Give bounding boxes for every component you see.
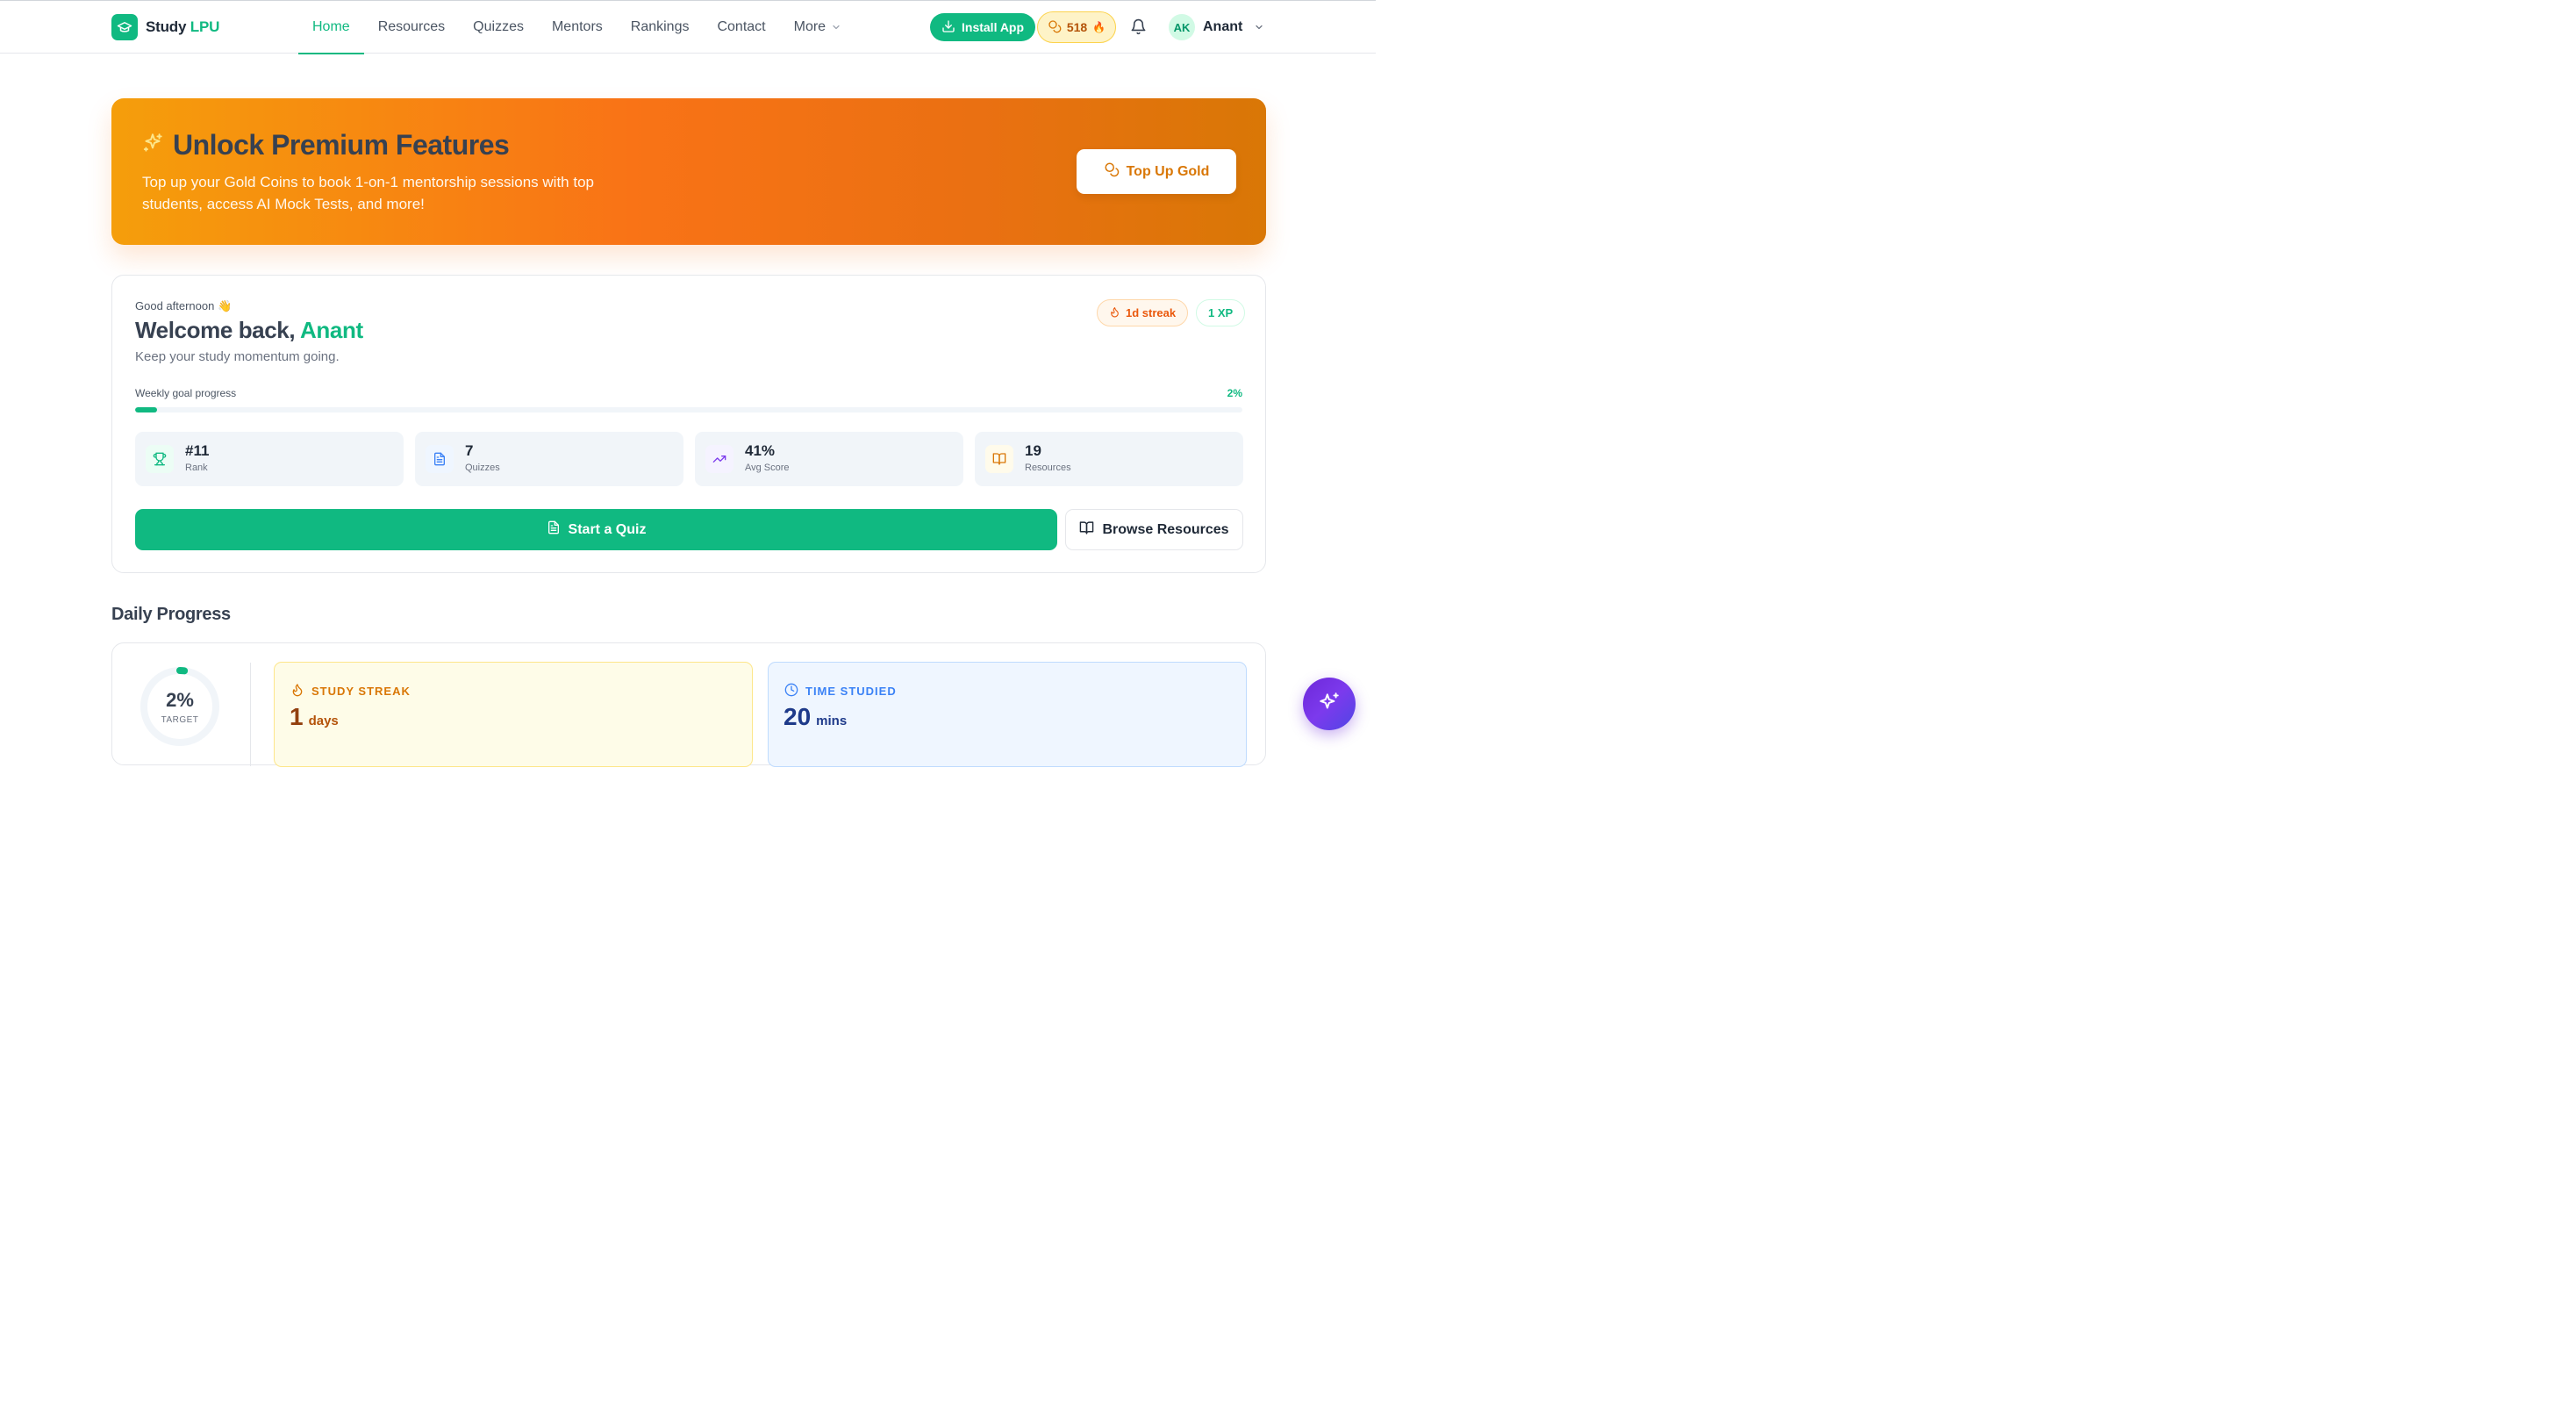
greeting-text: Good afternoon 👋 <box>135 299 233 312</box>
welcome-title: Welcome back, Anant <box>135 317 363 343</box>
time-studied-value: 20 <box>784 703 812 730</box>
nav-resources[interactable]: Resources <box>364 1 459 54</box>
welcome-card: Good afternoon 👋 Welcome back, Anant Kee… <box>111 275 1266 573</box>
avatar: AK <box>1169 14 1195 40</box>
target-percent: 2% <box>166 689 194 711</box>
xp-badge: 1 XP <box>1196 299 1246 326</box>
goal-percent: 2% <box>1227 387 1242 399</box>
streak-badge: 1d streak <box>1097 299 1189 326</box>
main-nav: Home Resources Quizzes Mentors Rankings … <box>298 1 855 54</box>
sparkles-icon <box>1318 691 1341 718</box>
premium-banner: Unlock Premium Features Top up your Gold… <box>111 98 1266 245</box>
time-studied-card: TIME STUDIED 20 mins <box>768 662 1247 767</box>
clock-icon <box>784 683 798 699</box>
divider <box>250 663 251 766</box>
time-studied-unit: mins <box>816 714 848 728</box>
trophy-icon <box>146 445 174 473</box>
top-navbar: Study LPU Home Resources Quizzes Mentors… <box>0 0 1376 54</box>
bell-icon[interactable] <box>1130 18 1147 39</box>
stats-row: #11 Rank 7 Quizzes 41% Avg Score 19 Reso… <box>135 432 1243 486</box>
fire-icon: 🔥 <box>1092 21 1106 33</box>
nav-more[interactable]: More <box>780 1 855 54</box>
nav-rankings[interactable]: Rankings <box>617 1 704 54</box>
book-open-icon <box>1079 520 1094 540</box>
start-quiz-button[interactable]: Start a Quiz <box>135 509 1057 550</box>
trending-up-icon <box>705 445 733 473</box>
goal-label: Weekly goal progress <box>135 387 237 399</box>
daily-progress-card: 2% TARGET STUDY STREAK 1 days TIME STUDI… <box>111 642 1266 767</box>
flame-icon <box>1109 306 1120 320</box>
document-icon <box>426 445 454 473</box>
app-name: Study LPU <box>146 18 220 35</box>
chevron-down-icon <box>831 22 841 32</box>
stat-avg-score[interactable]: 41% Avg Score <box>695 432 963 486</box>
nav-home[interactable]: Home <box>298 1 364 54</box>
study-streak-value: 1 <box>290 703 304 730</box>
app-logo[interactable]: Study LPU <box>111 14 219 40</box>
user-name: Anant <box>1203 19 1243 34</box>
goal-progress-bar <box>135 407 1242 412</box>
coins-icon <box>1048 19 1062 36</box>
welcome-subtitle: Keep your study momentum going. <box>135 349 340 364</box>
browse-resources-button[interactable]: Browse Resources <box>1065 509 1243 550</box>
stat-rank[interactable]: #11 Rank <box>135 432 404 486</box>
user-menu[interactable]: AK Anant <box>1169 14 1264 40</box>
nav-quizzes[interactable]: Quizzes <box>459 1 538 54</box>
gold-coins-badge[interactable]: 518 🔥 <box>1037 11 1116 43</box>
flame-icon <box>290 683 304 699</box>
study-streak-title: STUDY STREAK <box>311 685 411 698</box>
daily-progress-heading: Daily Progress <box>111 605 231 624</box>
banner-title: Unlock Premium Features <box>141 129 510 161</box>
graduation-cap-icon <box>111 14 138 40</box>
stat-quizzes[interactable]: 7 Quizzes <box>415 432 683 486</box>
stat-resources[interactable]: 19 Resources <box>975 432 1243 486</box>
ai-assistant-button[interactable] <box>1303 678 1356 730</box>
document-icon <box>547 520 561 539</box>
time-studied-title: TIME STUDIED <box>805 685 897 698</box>
goal-progress-fill <box>135 407 158 412</box>
nav-contact[interactable]: Contact <box>703 1 779 54</box>
banner-description: Top up your Gold Coins to book 1-on-1 me… <box>142 174 594 212</box>
book-open-icon <box>985 445 1013 473</box>
download-icon <box>941 19 955 36</box>
install-app-button[interactable]: Install App <box>930 13 1036 41</box>
coins-icon <box>1104 161 1120 182</box>
study-streak-card: STUDY STREAK 1 days <box>274 662 753 767</box>
top-up-gold-button[interactable]: Top Up Gold <box>1077 149 1236 194</box>
target-label: TARGET <box>161 715 199 725</box>
study-streak-unit: days <box>308 714 339 728</box>
sparkles-icon <box>141 129 164 161</box>
nav-mentors[interactable]: Mentors <box>538 1 617 54</box>
chevron-down-icon <box>1254 22 1264 32</box>
